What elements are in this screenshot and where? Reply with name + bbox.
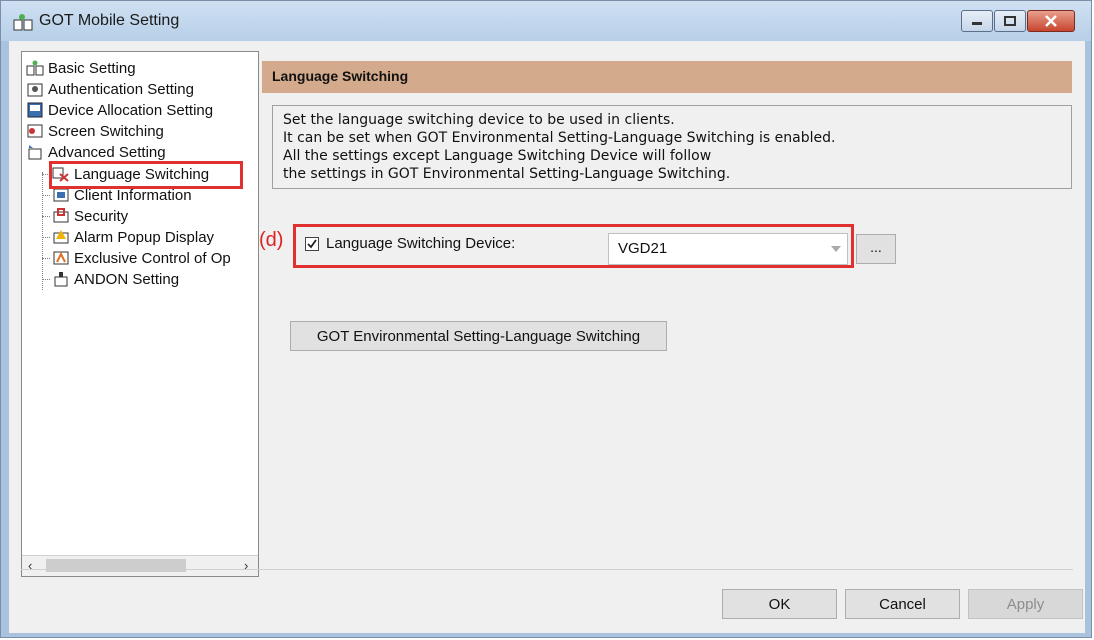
tree-connector [42, 258, 50, 259]
tree-connector [42, 195, 50, 196]
app-icon [13, 14, 33, 31]
andon-icon [54, 272, 68, 287]
footer-divider [21, 569, 1073, 570]
close-icon [1045, 15, 1057, 27]
tree-item-device-allocation-setting[interactable]: Device Allocation Setting [26, 100, 213, 120]
tree-item-label: Device Allocation Setting [48, 101, 214, 119]
exclusive-control-icon [53, 251, 69, 265]
apply-button[interactable]: Apply [968, 589, 1083, 619]
main-window: GOT Mobile Setting Basic Setting Authent… [0, 0, 1092, 638]
tree-horizontal-scrollbar[interactable]: ‹ › [22, 555, 258, 576]
tree-item-label: Security [74, 207, 129, 225]
tree-item-label: Screen Switching [48, 122, 164, 140]
minimize-icon [972, 22, 982, 25]
tree-item-label: Authentication Setting [48, 80, 194, 98]
basic-setting-icon [26, 60, 44, 76]
description-line: It can be set when GOT Environmental Set… [283, 130, 836, 146]
tree-connector [42, 237, 50, 238]
tree-item-screen-switching[interactable]: Screen Switching [26, 121, 164, 141]
screen-switching-icon [27, 124, 43, 138]
maximize-icon [1004, 16, 1016, 26]
client-information-icon [53, 188, 69, 202]
tree-item-label: Advanced Setting [48, 143, 166, 161]
maximize-button[interactable] [994, 10, 1026, 32]
annotation-marker: (d) [259, 229, 284, 251]
device-allocation-icon [27, 102, 43, 118]
window-title: GOT Mobile Setting [39, 12, 180, 29]
tree-item-label: Basic Setting [48, 59, 136, 77]
ok-button[interactable]: OK [722, 589, 837, 619]
tree-connector [42, 279, 50, 280]
tree-item-security[interactable]: Security [52, 206, 128, 226]
scroll-right-icon[interactable]: › [244, 558, 248, 573]
description-line: the settings in GOT Environmental Settin… [283, 166, 731, 182]
title-bar[interactable]: GOT Mobile Setting [1, 1, 1091, 41]
authentication-icon [27, 83, 43, 97]
description-line: All the settings except Language Switchi… [283, 148, 712, 164]
tree-item-label: Client Information [74, 186, 192, 204]
tree-connector [42, 172, 43, 290]
selection-highlight-box [49, 161, 243, 189]
description-box: Set the language switching device to be … [272, 105, 1072, 189]
tree-item-label: ANDON Setting [74, 270, 180, 288]
close-button[interactable] [1027, 10, 1075, 32]
minimize-button[interactable] [961, 10, 993, 32]
section-title: Language Switching [272, 68, 409, 84]
scrollbar-thumb[interactable] [46, 559, 186, 572]
tree-item-basic-setting[interactable]: Basic Setting [26, 58, 136, 78]
browse-device-button[interactable]: ... [856, 234, 896, 264]
tree-item-authentication-setting[interactable]: Authentication Setting [26, 79, 194, 99]
description-line: Set the language switching device to be … [283, 112, 675, 128]
scroll-left-icon[interactable]: ‹ [28, 558, 32, 573]
tree-item-label: Alarm Popup Display [74, 228, 215, 246]
tree-item-label: Exclusive Control of Op [74, 249, 231, 267]
settings-tree[interactable]: Basic Setting Authentication Setting Dev… [21, 51, 259, 577]
section-header: Language Switching [262, 61, 1072, 93]
cancel-button[interactable]: Cancel [845, 589, 960, 619]
advanced-setting-icon [28, 145, 42, 160]
alarm-popup-icon [53, 230, 69, 244]
device-highlight-box [293, 224, 854, 268]
dialog-body: Basic Setting Authentication Setting Dev… [9, 41, 1085, 633]
got-environmental-setting-button[interactable]: GOT Environmental Setting-Language Switc… [290, 321, 667, 351]
tree-item-advanced-setting[interactable]: Advanced Setting [26, 142, 166, 162]
tree-item-alarm-popup-display[interactable]: Alarm Popup Display [52, 227, 214, 247]
tree-item-exclusive-control[interactable]: Exclusive Control of Op [52, 248, 231, 268]
tree-item-andon-setting[interactable]: ANDON Setting [52, 269, 179, 289]
tree-connector [42, 216, 50, 217]
security-icon [53, 208, 69, 223]
